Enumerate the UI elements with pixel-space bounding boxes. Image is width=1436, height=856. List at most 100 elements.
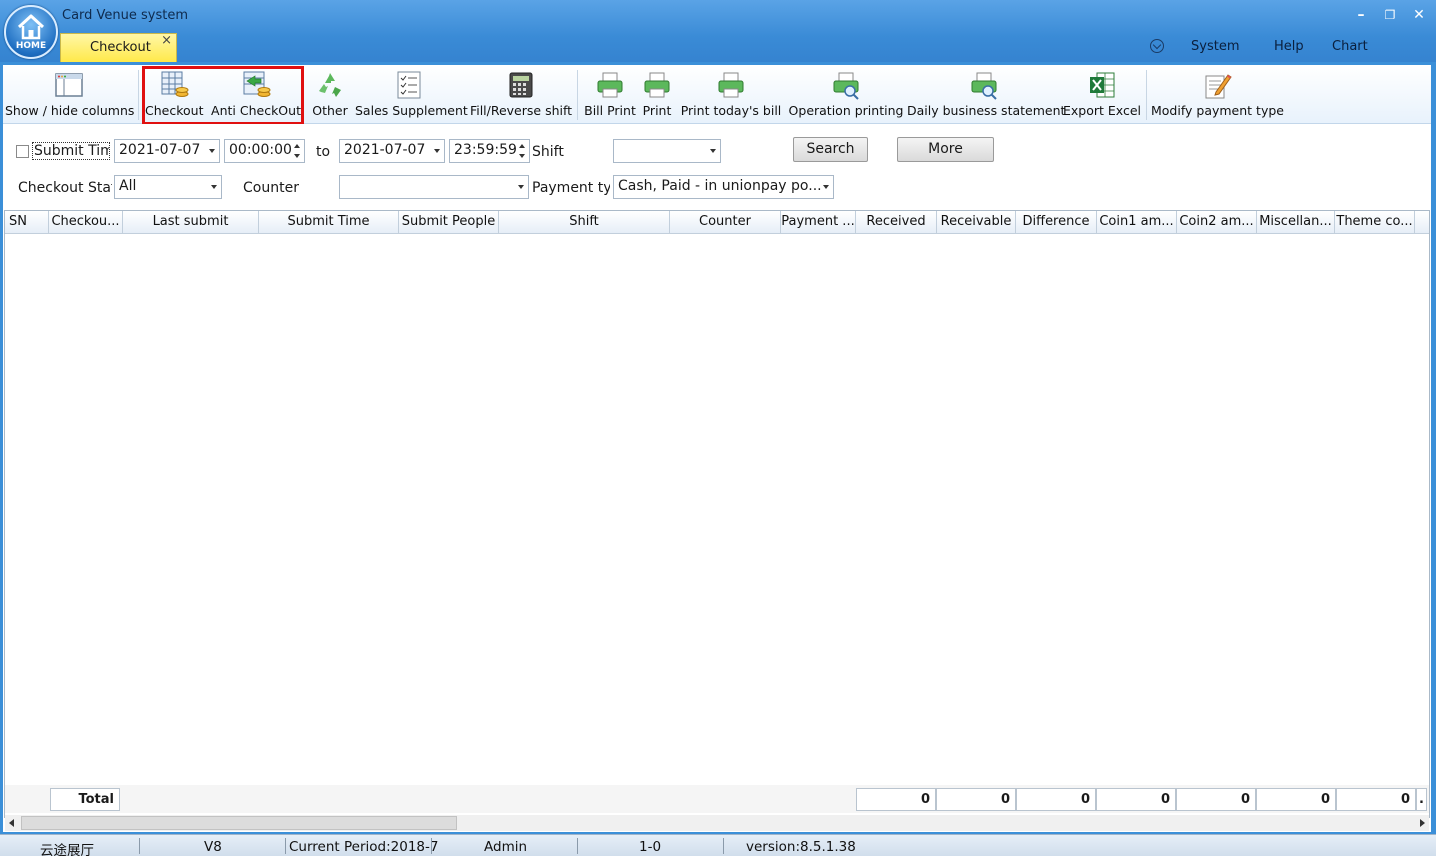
print-todays-bill-button[interactable]: Print today's bill: [679, 65, 783, 123]
column-header-coin2-amount[interactable]: Coin2 am...: [1177, 211, 1257, 234]
chevron-down-icon[interactable]: [211, 185, 217, 189]
close-button[interactable]: ✕: [1408, 5, 1430, 25]
other-button[interactable]: Other: [307, 65, 353, 123]
daily-business-statement-label: Daily business statement: [907, 103, 1066, 118]
column-header-payment[interactable]: Payment ...: [781, 211, 856, 234]
tab-checkout[interactable]: Checkout ×: [60, 33, 177, 62]
column-header-shift[interactable]: Shift: [499, 211, 670, 234]
toolbar-divider: [138, 70, 139, 120]
checklist-icon: [397, 71, 421, 99]
modify-payment-type-button[interactable]: Modify payment type: [1151, 65, 1284, 123]
submit-time-label: Submit Tim: [32, 142, 110, 160]
column-header-counter[interactable]: Counter: [670, 211, 781, 234]
chevron-down-icon[interactable]: [518, 185, 524, 189]
total-received: 0: [856, 788, 936, 811]
column-header-difference[interactable]: Difference: [1016, 211, 1097, 234]
more-button[interactable]: More: [897, 137, 994, 162]
column-header-receivable[interactable]: Receivable: [937, 211, 1016, 234]
end-date-value: 2021-07-07: [344, 142, 426, 158]
recycle-icon: [319, 73, 341, 97]
bill-print-button[interactable]: Bill Print: [581, 65, 639, 123]
horizontal-scrollbar[interactable]: [5, 815, 1429, 831]
status-divider: [431, 838, 432, 854]
status-divider: [723, 838, 724, 854]
menu-chart[interactable]: Chart: [1332, 39, 1368, 54]
column-header-last-submit[interactable]: Last submit: [123, 211, 259, 234]
modify-payment-type-label: Modify payment type: [1151, 103, 1284, 118]
column-header-submit-time[interactable]: Submit Time: [259, 211, 399, 234]
print-button[interactable]: Print: [639, 65, 675, 123]
total-difference: 0: [1016, 788, 1096, 811]
excel-icon: [1090, 72, 1115, 98]
column-header-checkout[interactable]: Checkou...: [49, 211, 123, 234]
home-icon: [17, 14, 45, 40]
export-excel-button[interactable]: Export Excel: [1063, 65, 1141, 123]
chevron-down-icon[interactable]: [434, 149, 440, 153]
shift-select[interactable]: [613, 139, 721, 163]
highlight-annotation: [142, 66, 304, 125]
shift-label: Shift: [532, 144, 564, 160]
printer-icon: [644, 72, 670, 98]
column-header-theme-coin[interactable]: Theme co...: [1335, 211, 1415, 234]
counter-label: Counter: [243, 180, 299, 196]
chevron-down-icon[interactable]: [710, 149, 716, 153]
column-header-miscellaneous[interactable]: Miscellan...: [1257, 211, 1335, 234]
edit-document-icon: [1205, 74, 1232, 99]
search-button[interactable]: Search: [793, 137, 868, 162]
scroll-left-icon[interactable]: [9, 819, 14, 827]
daily-business-statement-button[interactable]: Daily business statement: [907, 65, 1066, 123]
operation-printing-button[interactable]: Operation printing: [787, 65, 905, 123]
chevron-down-icon[interactable]: [209, 149, 215, 153]
menu-system[interactable]: System: [1191, 39, 1239, 54]
checkout-table: SN Checkou... Last submit Submit Time Su…: [4, 210, 1430, 831]
total-miscellaneous: 0: [1256, 788, 1336, 811]
menu-help[interactable]: Help: [1274, 39, 1304, 54]
chevron-down-icon[interactable]: [823, 185, 829, 189]
checkout-status-value: All: [119, 178, 137, 194]
status-user: Admin: [484, 839, 528, 855]
spin-down-icon[interactable]: [294, 154, 300, 158]
start-time-spinner[interactable]: 00:00:00: [224, 139, 305, 163]
total-coin1: 0: [1096, 788, 1176, 811]
calculator-icon: [509, 72, 533, 98]
start-date-picker[interactable]: 2021-07-07: [114, 139, 220, 163]
end-time-spinner[interactable]: 23:59:59: [449, 139, 530, 163]
home-button[interactable]: HOME: [4, 5, 58, 59]
column-header-submit-people[interactable]: Submit People: [399, 211, 499, 234]
scroll-right-icon[interactable]: [1420, 819, 1425, 827]
total-label: Total: [50, 788, 120, 811]
submit-time-checkbox[interactable]: [16, 145, 29, 158]
minimize-button[interactable]: –: [1350, 5, 1372, 25]
tab-close-icon[interactable]: ×: [161, 33, 172, 48]
column-header-sn[interactable]: SN: [5, 211, 49, 234]
spin-up-icon[interactable]: [519, 144, 525, 148]
table-header: SN Checkou... Last submit Submit Time Su…: [5, 211, 1429, 234]
counter-select[interactable]: [339, 175, 529, 199]
status-divider: [577, 838, 578, 854]
payment-type-select[interactable]: Cash, Paid - in unionpay po...: [613, 175, 834, 199]
sales-supplement-button[interactable]: Sales Supplement: [355, 65, 468, 123]
export-excel-label: Export Excel: [1063, 103, 1142, 118]
total-receivable: 0: [936, 788, 1016, 811]
total-coin2: 0: [1176, 788, 1256, 811]
total-overflow: .: [1416, 788, 1427, 811]
table-body: [5, 235, 1429, 783]
print-preview-icon: [833, 72, 859, 100]
to-label: to: [316, 144, 331, 160]
start-time-value: 00:00:00: [229, 142, 292, 158]
sales-supplement-label: Sales Supplement: [355, 103, 468, 118]
column-header-received[interactable]: Received: [856, 211, 937, 234]
checkout-status-select[interactable]: All: [114, 175, 222, 199]
fill-reverse-shift-button[interactable]: Fill/Reverse shift: [469, 65, 573, 123]
chevron-down-icon[interactable]: [1150, 39, 1164, 53]
printer-icon: [718, 72, 744, 98]
restore-button[interactable]: ❐: [1379, 5, 1401, 25]
checkout-status-label: Checkout Stat: [18, 180, 112, 196]
end-date-picker[interactable]: 2021-07-07: [339, 139, 445, 163]
scroll-thumb[interactable]: [21, 816, 457, 830]
table-footer: Total 0 0 0 0 0 0 0 .: [5, 785, 1429, 813]
spin-down-icon[interactable]: [519, 154, 525, 158]
spin-up-icon[interactable]: [294, 144, 300, 148]
show-hide-columns-button[interactable]: Show / hide columns: [5, 65, 134, 123]
column-header-coin1-amount[interactable]: Coin1 am...: [1097, 211, 1177, 234]
